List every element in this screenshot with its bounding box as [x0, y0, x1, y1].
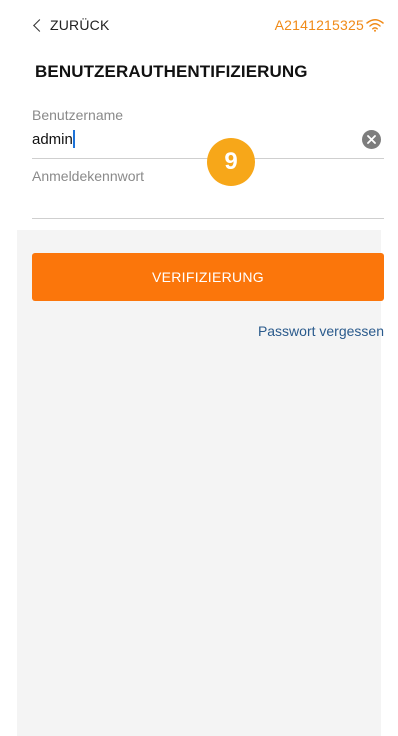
- back-label: ZURÜCK: [50, 17, 110, 33]
- top-bar: ZURÜCK A2141215325: [0, 0, 398, 52]
- chevron-left-icon: [33, 19, 46, 32]
- password-label: Anmeldekennwort: [32, 168, 145, 184]
- text-caret: [73, 130, 75, 148]
- password-underline: [32, 218, 384, 219]
- close-icon: [367, 135, 376, 144]
- back-button[interactable]: ZURÜCK: [33, 15, 110, 35]
- forgot-password-link[interactable]: Passwort vergessen: [258, 323, 384, 339]
- clear-icon[interactable]: [362, 130, 381, 149]
- device-id-text: A2141215325: [274, 17, 364, 33]
- username-field[interactable]: admin: [32, 131, 73, 148]
- verify-button[interactable]: VERIFIZIERUNG: [32, 253, 384, 301]
- title-area: BENUTZERAUTHENTIFIZIERUNG: [0, 52, 398, 90]
- login-form: Benutzername admin Anmeldekennwort: [17, 90, 384, 230]
- username-label: Benutzername: [32, 107, 124, 123]
- page-title: BENUTZERAUTHENTIFIZIERUNG: [35, 62, 308, 81]
- device-id-indicator: A2141215325: [275, 15, 384, 35]
- wifi-icon: [366, 19, 384, 32]
- password-field[interactable]: [32, 188, 362, 210]
- step-number-badge: 9: [207, 138, 255, 186]
